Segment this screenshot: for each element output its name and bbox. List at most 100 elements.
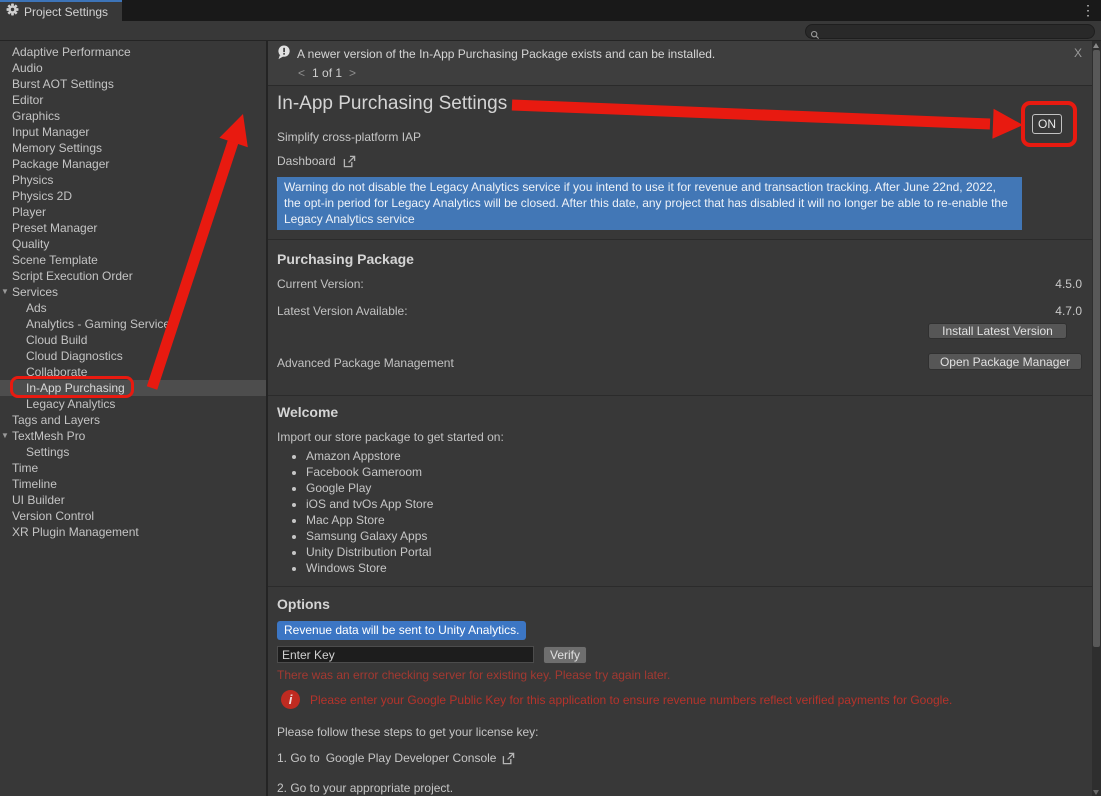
pager-prev-icon[interactable]: < <box>298 66 305 80</box>
google-key-input[interactable] <box>277 646 534 663</box>
store-list-item: Amazon Appstore <box>306 448 433 464</box>
sidebar-item-player[interactable]: Player <box>0 204 266 220</box>
sidebar-item-services[interactable]: ▼Services <box>0 284 266 300</box>
external-link-icon <box>502 752 515 765</box>
sidebar-item-textmesh-pro[interactable]: ▼TextMesh Pro <box>0 428 266 444</box>
sidebar-item-label: Version Control <box>12 509 94 523</box>
current-version-value: 4.5.0 <box>1055 277 1082 291</box>
sidebar-item-graphics[interactable]: Graphics <box>0 108 266 124</box>
store-list-item: Samsung Galaxy Apps <box>306 528 433 544</box>
sidebar-item-label: Legacy Analytics <box>26 397 115 411</box>
sidebar-item-audio[interactable]: Audio <box>0 60 266 76</box>
sidebar-item-quality[interactable]: Quality <box>0 236 266 252</box>
sidebar-item-label: Scene Template <box>12 253 98 267</box>
sidebar-item-editor[interactable]: Editor <box>0 92 266 108</box>
dashboard-label: Dashboard <box>277 154 336 168</box>
notification-pager: < 1 of 1 > <box>298 66 356 80</box>
sidebar-item-label: Physics 2D <box>12 189 72 203</box>
pager-count: 1 of 1 <box>312 66 342 80</box>
current-version-label: Current Version: <box>277 277 364 291</box>
sidebar-item-label: Adaptive Performance <box>12 45 131 59</box>
service-subtitle: Simplify cross-platform IAP <box>277 130 421 144</box>
sidebar-item-label: Ads <box>26 301 47 315</box>
gear-icon <box>6 3 19 21</box>
sidebar-item-label: Settings <box>26 445 69 459</box>
search-input[interactable] <box>820 26 1080 38</box>
main-panel: A newer version of the In-App Purchasing… <box>268 41 1092 796</box>
verify-button[interactable]: Verify <box>543 646 587 664</box>
sidebar-item-ads[interactable]: Ads <box>0 300 266 316</box>
search-icon <box>810 27 820 37</box>
install-latest-version-button[interactable]: Install Latest Version <box>928 323 1067 339</box>
sidebar-item-label: XR Plugin Management <box>12 525 139 539</box>
sidebar-item-cloud-diagnostics[interactable]: Cloud Diagnostics <box>0 348 266 364</box>
service-on-toggle[interactable]: ON <box>1032 114 1062 134</box>
store-list-item: Mac App Store <box>306 512 433 528</box>
tab-project-settings[interactable]: Project Settings <box>0 0 122 21</box>
server-error-text: There was an error checking server for e… <box>277 668 670 682</box>
open-package-manager-button[interactable]: Open Package Manager <box>928 353 1082 370</box>
sidebar-item-label: Player <box>12 205 46 219</box>
pager-next-icon[interactable]: > <box>349 66 356 80</box>
sidebar-item-physics-2d[interactable]: Physics 2D <box>0 188 266 204</box>
foldout-triangle-down-icon[interactable]: ▼ <box>1 284 9 300</box>
kebab-menu-icon[interactable]: ⋮ <box>1081 2 1095 18</box>
sidebar-item-in-app-purchasing[interactable]: In-App Purchasing <box>0 380 266 396</box>
section-separator <box>268 395 1092 396</box>
google-play-console-link[interactable]: Google Play Developer Console <box>326 751 497 765</box>
sidebar-item-label: Physics <box>12 173 53 187</box>
sidebar-item-tags-and-layers[interactable]: Tags and Layers <box>0 412 266 428</box>
store-list-item: Windows Store <box>306 560 433 576</box>
scroll-up-icon[interactable] <box>1093 43 1099 48</box>
sidebar-item-analytics-gaming-services[interactable]: Analytics - Gaming Services <box>0 316 266 332</box>
sidebar-item-label: Preset Manager <box>12 221 97 235</box>
sidebar-item-label: Time <box>12 461 38 475</box>
search-box[interactable] <box>805 24 1095 39</box>
sidebar-item-label: Quality <box>12 237 49 251</box>
sidebar-item-version-control[interactable]: Version Control <box>0 508 266 524</box>
dashboard-link[interactable]: Dashboard <box>277 154 356 168</box>
sidebar-item-physics[interactable]: Physics <box>0 172 266 188</box>
sidebar-item-xr-plugin-management[interactable]: XR Plugin Management <box>0 524 266 540</box>
sidebar-item-cloud-build[interactable]: Cloud Build <box>0 332 266 348</box>
sidebar-item-label: Memory Settings <box>12 141 102 155</box>
settings-toolbar <box>0 21 1101 41</box>
store-list-item: Unity Distribution Portal <box>306 544 433 560</box>
sidebar-item-package-manager[interactable]: Package Manager <box>0 156 266 172</box>
sidebar-item-script-execution-order[interactable]: Script Execution Order <box>0 268 266 284</box>
section-separator <box>268 239 1092 240</box>
tab-bar: Project Settings ⋮ <box>0 0 1101 21</box>
scrollbar-thumb[interactable] <box>1093 50 1100 647</box>
steps-intro: Please follow these steps to get your li… <box>277 725 538 739</box>
sidebar-item-settings[interactable]: Settings <box>0 444 266 460</box>
sidebar-item-ui-builder[interactable]: UI Builder <box>0 492 266 508</box>
welcome-heading: Welcome <box>277 404 338 420</box>
scroll-down-icon[interactable] <box>1093 790 1099 795</box>
sidebar-item-label: Package Manager <box>12 157 109 171</box>
info-icon: i <box>281 690 300 709</box>
sidebar-item-memory-settings[interactable]: Memory Settings <box>0 140 266 156</box>
step-2: 2. Go to your appropriate project. <box>277 781 453 795</box>
sidebar-item-label: Editor <box>12 93 43 107</box>
sidebar-item-label: Cloud Diagnostics <box>26 349 123 363</box>
sidebar-item-legacy-analytics[interactable]: Legacy Analytics <box>0 396 266 412</box>
sidebar-item-label: Burst AOT Settings <box>12 77 114 91</box>
sidebar-item-label: Analytics - Gaming Services <box>26 317 176 331</box>
sidebar-item-preset-manager[interactable]: Preset Manager <box>0 220 266 236</box>
tab-title: Project Settings <box>24 5 108 19</box>
sidebar-item-timeline[interactable]: Timeline <box>0 476 266 492</box>
sidebar-item-collaborate[interactable]: Collaborate <box>0 364 266 380</box>
latest-version-value: 4.7.0 <box>1055 304 1082 318</box>
sidebar-item-input-manager[interactable]: Input Manager <box>0 124 266 140</box>
sidebar-item-time[interactable]: Time <box>0 460 266 476</box>
sidebar-item-burst-aot-settings[interactable]: Burst AOT Settings <box>0 76 266 92</box>
sidebar-item-scene-template[interactable]: Scene Template <box>0 252 266 268</box>
sidebar-item-label: UI Builder <box>12 493 65 507</box>
close-icon[interactable]: X <box>1074 46 1082 60</box>
settings-sidebar: Adaptive PerformanceAudioBurst AOT Setti… <box>0 41 266 796</box>
sidebar-item-adaptive-performance[interactable]: Adaptive Performance <box>0 44 266 60</box>
foldout-triangle-down-icon[interactable]: ▼ <box>1 428 9 444</box>
revenue-note: Revenue data will be sent to Unity Analy… <box>277 621 526 640</box>
sidebar-item-label: Graphics <box>12 109 60 123</box>
legacy-analytics-warning: Warning do not disable the Legacy Analyt… <box>277 177 1022 230</box>
